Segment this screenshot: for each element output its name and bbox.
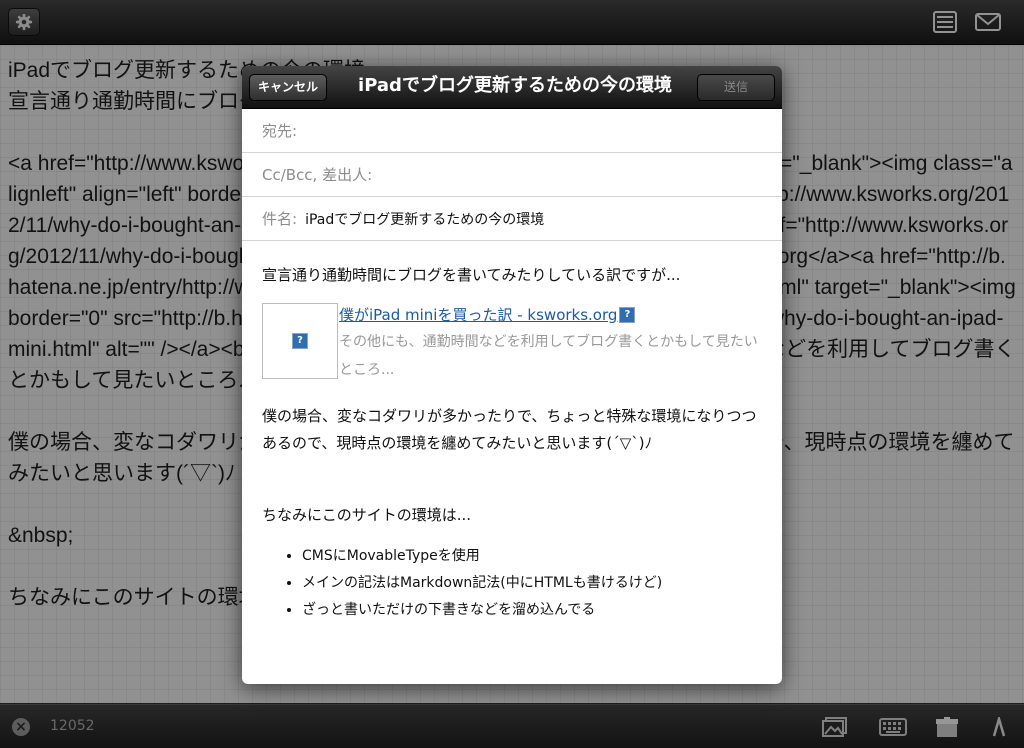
clear-icon[interactable]: × [12,718,30,736]
photo-icon [822,717,847,737]
list-item: メインの記法はMarkdown記法(中にHTMLも書けるけど) [302,570,762,597]
box-button[interactable] [932,715,962,739]
top-toolbar [0,0,1024,45]
mail-compose-sheet: キャンセル iPadでブログ更新するための今の環境 送信 宛先: Cc/Bcc,… [242,66,782,684]
bottom-toolbar: × 12052 [0,704,1024,748]
link-thumbnail[interactable]: ? [262,303,338,379]
mail-button[interactable] [973,7,1003,37]
body-intro: 宣言通り通勤時間にブログを書いてみたりしている訳ですが... [262,266,681,284]
body-paragraph: ちなみにこのサイトの環境は... [262,506,472,524]
mail-icon [975,13,1001,31]
settings-button[interactable] [8,8,40,36]
compose-title: iPadでブログ更新するための今の環境 [358,75,672,96]
cc-label: Cc/Bcc, 差出人: [262,166,373,184]
caret-icon [992,717,1006,737]
body-paragraph: 僕の場合、変なコダワリが多かったりで、ちょっと特殊な環境になりつつあるので、現時… [262,407,757,452]
subject-value[interactable]: iPadでブログ更新するための今の環境 [305,209,544,229]
cancel-button[interactable]: キャンセル [249,74,328,101]
cc-bcc-field[interactable]: Cc/Bcc, 差出人: [242,153,782,197]
caret-button[interactable] [984,715,1014,739]
compose-navbar: キャンセル iPadでブログ更新するための今の環境 送信 [242,66,782,109]
to-label: 宛先: [262,122,298,140]
gear-icon [15,13,33,31]
list-item: ざっと書いただけの下書きなどを溜め込んでる [302,597,762,624]
character-count: 12052 [50,718,95,734]
link-card: ? 僕がiPad miniを買った訳 - ksworks.org? その他にも、… [262,303,762,379]
photo-button[interactable] [820,715,850,739]
list-button[interactable] [930,7,960,37]
send-button[interactable]: 送信 [697,74,775,101]
subject-label: 件名: [262,210,298,228]
message-body[interactable]: 宣言通り通勤時間にブログを書いてみたりしている訳ですが... ? 僕がiPad … [242,241,782,624]
list-icon [933,11,957,33]
body-bullet-list: CMSにMovableTypeを使用 メインの記法はMarkdown記法(中にH… [262,543,762,624]
link-title[interactable]: 僕がiPad miniを買った訳 - ksworks.org? [339,303,762,327]
subject-field[interactable]: 件名: iPadでブログ更新するための今の環境 [242,197,782,241]
keyboard-button[interactable] [878,715,908,739]
box-icon [936,717,958,737]
to-field[interactable]: 宛先: [242,109,782,153]
list-item: CMSにMovableTypeを使用 [302,543,762,570]
broken-image-icon: ? [292,333,308,349]
broken-image-icon: ? [619,307,636,323]
link-description: その他にも、通勤時間などを利用してブログ書くとかもして見たいところ... [339,334,758,378]
keyboard-icon [879,718,907,736]
